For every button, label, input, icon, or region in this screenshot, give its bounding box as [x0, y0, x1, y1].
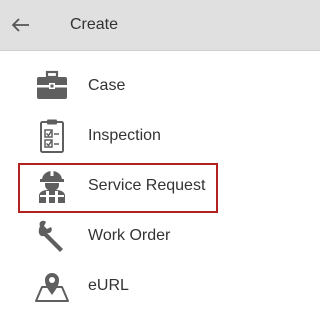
clipboard-checklist-icon [40, 119, 64, 153]
app-header: Create [0, 0, 320, 51]
briefcase-icon [37, 70, 67, 99]
menu-item-label: Work Order [88, 227, 171, 244]
menu-item-label: eURL [88, 277, 129, 294]
menu-item-label: Service Request [88, 177, 206, 194]
menu-item-inspection[interactable]: Inspection [0, 111, 320, 161]
back-button[interactable] [12, 0, 56, 50]
menu-item-service-request[interactable]: Service Request [0, 161, 320, 211]
menu-item-case[interactable]: Case [0, 61, 320, 111]
menu-item-label: Case [88, 77, 126, 94]
worker-hardhat-icon [39, 170, 65, 203]
map-pin-icon [35, 273, 69, 302]
wrench-icon [38, 220, 63, 252]
menu-item-eurl[interactable]: eURL [0, 261, 320, 311]
arrow-left-icon [12, 18, 29, 32]
menu-item-work-order[interactable]: Work Order [0, 211, 320, 261]
menu-item-label: Inspection [88, 127, 161, 144]
page-title: Create [70, 16, 119, 33]
